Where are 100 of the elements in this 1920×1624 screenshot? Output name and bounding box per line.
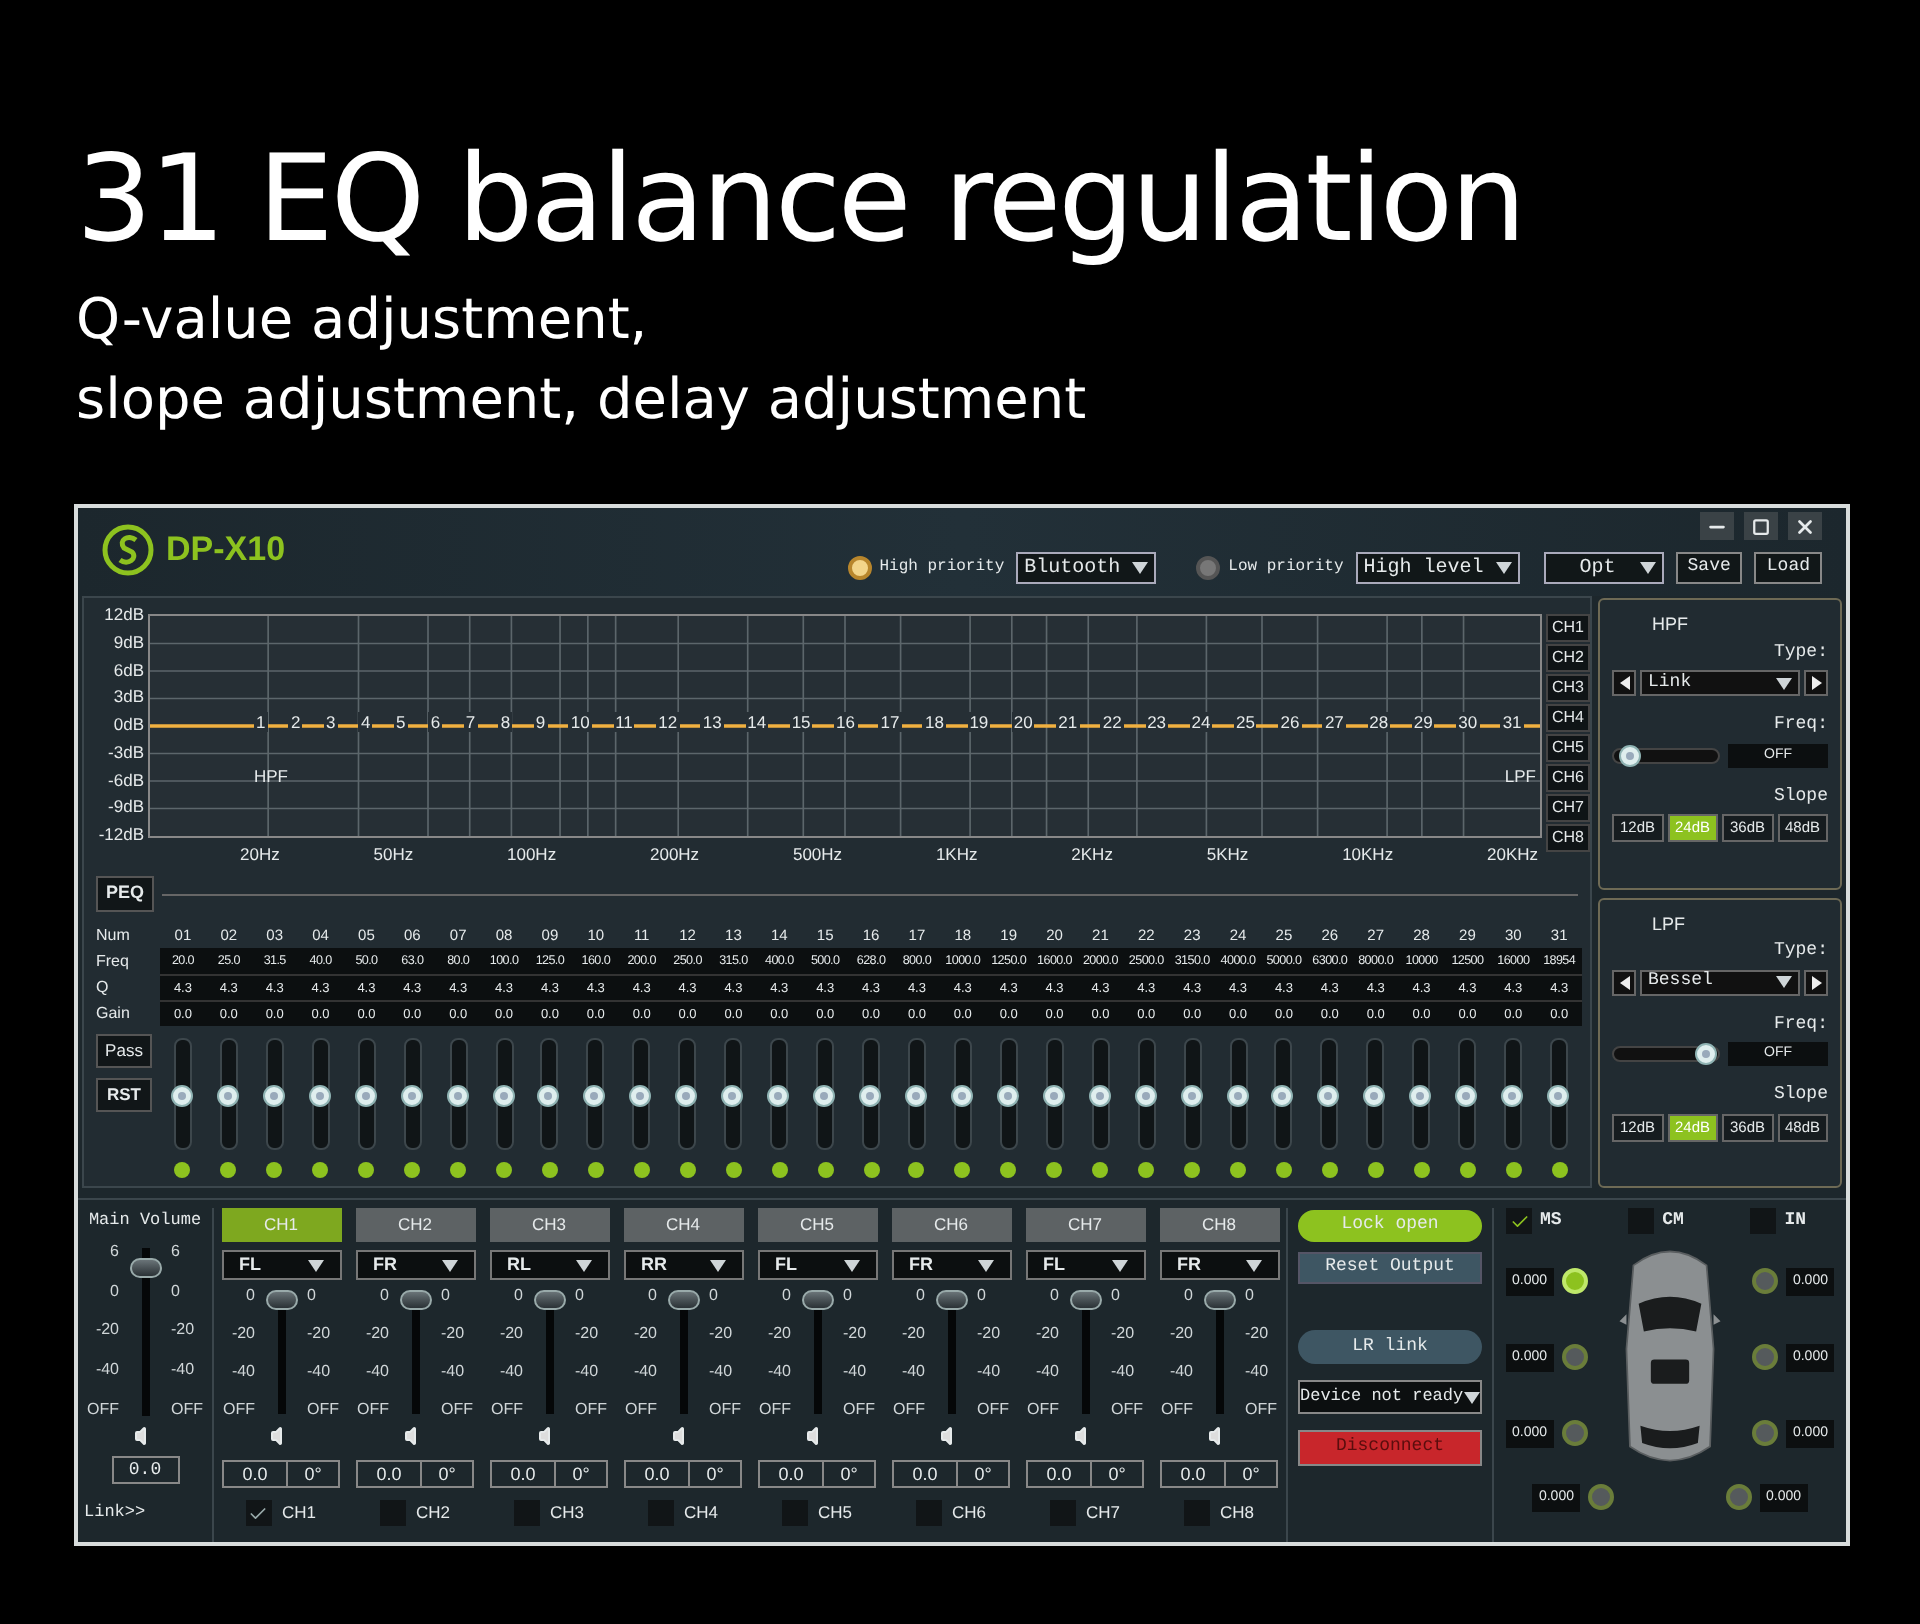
slider-thumb[interactable] bbox=[903, 1084, 928, 1108]
slider-thumb[interactable] bbox=[1087, 1084, 1112, 1108]
band-marker[interactable]: 17 bbox=[878, 712, 902, 732]
channel-button[interactable]: CH8 bbox=[1546, 824, 1590, 852]
slider-thumb[interactable] bbox=[1041, 1084, 1066, 1108]
channel-tab[interactable]: CH6 bbox=[891, 1208, 1011, 1242]
slider-thumb[interactable] bbox=[399, 1084, 424, 1108]
channel-tab[interactable]: CH7 bbox=[1025, 1208, 1145, 1242]
band-marker[interactable]: 27 bbox=[1322, 712, 1346, 732]
minimize-icon[interactable] bbox=[1700, 512, 1734, 540]
reset-output-button[interactable]: Reset Output bbox=[1298, 1252, 1482, 1284]
fader-knob[interactable] bbox=[1069, 1290, 1101, 1310]
channel-tab[interactable]: CH4 bbox=[623, 1208, 743, 1242]
rst-button[interactable]: RST bbox=[96, 1078, 152, 1112]
fader-knob[interactable] bbox=[533, 1290, 565, 1310]
slider-thumb[interactable] bbox=[491, 1084, 516, 1108]
band-marker[interactable]: 7 bbox=[463, 712, 478, 732]
position-dropdown[interactable]: FL bbox=[1025, 1250, 1145, 1280]
position-dropdown[interactable]: FR bbox=[891, 1250, 1011, 1280]
fader-knob[interactable] bbox=[801, 1290, 833, 1310]
band-marker[interactable]: 2 bbox=[288, 712, 303, 732]
band-marker[interactable]: 1 bbox=[254, 712, 268, 732]
slider-thumb[interactable] bbox=[1225, 1084, 1250, 1108]
right-arrow-button[interactable] bbox=[1804, 969, 1828, 995]
band-marker[interactable]: 29 bbox=[1411, 712, 1435, 732]
slider-thumb[interactable] bbox=[766, 1084, 791, 1108]
dropdown[interactable]: Blutooth bbox=[1016, 552, 1157, 584]
left-arrow-button[interactable] bbox=[1612, 670, 1636, 696]
fader-knob[interactable] bbox=[399, 1290, 431, 1310]
slider-thumb[interactable] bbox=[582, 1084, 607, 1108]
link-label[interactable]: Link>> bbox=[78, 1499, 146, 1525]
slider-thumb[interactable] bbox=[995, 1084, 1020, 1108]
slider-thumb[interactable] bbox=[1546, 1084, 1571, 1108]
fader-knob[interactable] bbox=[935, 1290, 967, 1310]
slider-thumb[interactable] bbox=[215, 1084, 240, 1108]
fader-knob[interactable] bbox=[667, 1290, 699, 1310]
slider-thumb[interactable] bbox=[169, 1084, 194, 1108]
slider-thumb[interactable] bbox=[1618, 743, 1643, 767]
position-dropdown[interactable]: FL bbox=[221, 1250, 341, 1280]
position-dropdown[interactable]: FL bbox=[757, 1250, 877, 1280]
channel-tab[interactable]: CH5 bbox=[757, 1208, 877, 1242]
band-marker[interactable]: 18 bbox=[922, 712, 946, 732]
radio-button[interactable] bbox=[1196, 556, 1221, 580]
band-marker[interactable]: 21 bbox=[1056, 712, 1080, 732]
position-dropdown[interactable]: RL bbox=[489, 1250, 609, 1280]
dropdown[interactable]: High level bbox=[1355, 552, 1520, 584]
band-marker[interactable]: 26 bbox=[1278, 712, 1302, 732]
band-marker[interactable]: 4 bbox=[358, 712, 373, 732]
fader-knob[interactable] bbox=[1203, 1290, 1235, 1310]
band-marker[interactable]: 3 bbox=[323, 712, 338, 732]
left-arrow-button[interactable] bbox=[1612, 969, 1636, 995]
slider-thumb[interactable] bbox=[674, 1084, 699, 1108]
position-dropdown[interactable]: RR bbox=[623, 1250, 743, 1280]
channel-button[interactable]: CH5 bbox=[1546, 734, 1590, 762]
channel-tab[interactable]: CH8 bbox=[1159, 1208, 1279, 1242]
channel-button[interactable]: CH3 bbox=[1546, 674, 1590, 702]
band-marker[interactable]: 5 bbox=[393, 712, 408, 732]
channel-tab[interactable]: CH3 bbox=[489, 1208, 609, 1242]
channel-button[interactable]: CH7 bbox=[1546, 794, 1590, 822]
band-marker[interactable]: 15 bbox=[789, 712, 813, 732]
pass-button[interactable]: Pass bbox=[96, 1034, 152, 1068]
slider-thumb[interactable] bbox=[445, 1084, 470, 1108]
toolbar-button[interactable]: Save bbox=[1675, 552, 1743, 584]
band-marker[interactable]: 28 bbox=[1367, 712, 1391, 732]
slider-thumb[interactable] bbox=[858, 1084, 883, 1108]
position-dropdown[interactable]: FR bbox=[355, 1250, 475, 1280]
band-marker[interactable]: 30 bbox=[1456, 712, 1480, 732]
fader-knob[interactable] bbox=[265, 1290, 297, 1310]
band-marker[interactable]: 24 bbox=[1189, 712, 1213, 732]
band-marker[interactable]: 8 bbox=[498, 712, 513, 732]
slider-thumb[interactable] bbox=[1454, 1084, 1479, 1108]
maximize-icon[interactable] bbox=[1744, 512, 1778, 540]
band-marker[interactable]: 31 bbox=[1500, 712, 1524, 732]
band-marker[interactable]: 10 bbox=[568, 712, 592, 732]
slider-thumb[interactable] bbox=[1408, 1084, 1433, 1108]
toolbar-button[interactable]: Load bbox=[1754, 552, 1822, 584]
channel-button[interactable]: CH1 bbox=[1546, 614, 1590, 642]
slider-thumb[interactable] bbox=[536, 1084, 561, 1108]
slider-thumb[interactable] bbox=[1270, 1084, 1295, 1108]
band-marker[interactable]: 14 bbox=[745, 712, 769, 732]
channel-button[interactable]: CH4 bbox=[1546, 704, 1590, 732]
slider-thumb[interactable] bbox=[1362, 1084, 1387, 1108]
slider-thumb[interactable] bbox=[1179, 1084, 1204, 1108]
slider-thumb[interactable] bbox=[628, 1084, 653, 1108]
fader-knob[interactable] bbox=[129, 1257, 161, 1278]
position-dropdown[interactable]: FR bbox=[1159, 1250, 1279, 1280]
channel-button[interactable]: CH2 bbox=[1546, 644, 1590, 672]
option-checkbox[interactable] bbox=[1506, 1208, 1532, 1235]
right-arrow-button[interactable] bbox=[1804, 670, 1828, 696]
slider-thumb[interactable] bbox=[1500, 1084, 1525, 1108]
slider-thumb[interactable] bbox=[261, 1084, 286, 1108]
close-icon[interactable] bbox=[1788, 512, 1822, 540]
band-marker[interactable]: 9 bbox=[533, 712, 548, 732]
device-dropdown[interactable]: Device not ready bbox=[1298, 1380, 1482, 1414]
link-checkbox[interactable] bbox=[245, 1500, 272, 1526]
band-marker[interactable]: 20 bbox=[1011, 712, 1035, 732]
band-marker[interactable]: 19 bbox=[967, 712, 991, 732]
type-dropdown[interactable]: Link bbox=[1640, 670, 1800, 696]
band-marker[interactable]: 13 bbox=[700, 712, 724, 732]
slider-thumb[interactable] bbox=[353, 1084, 378, 1108]
